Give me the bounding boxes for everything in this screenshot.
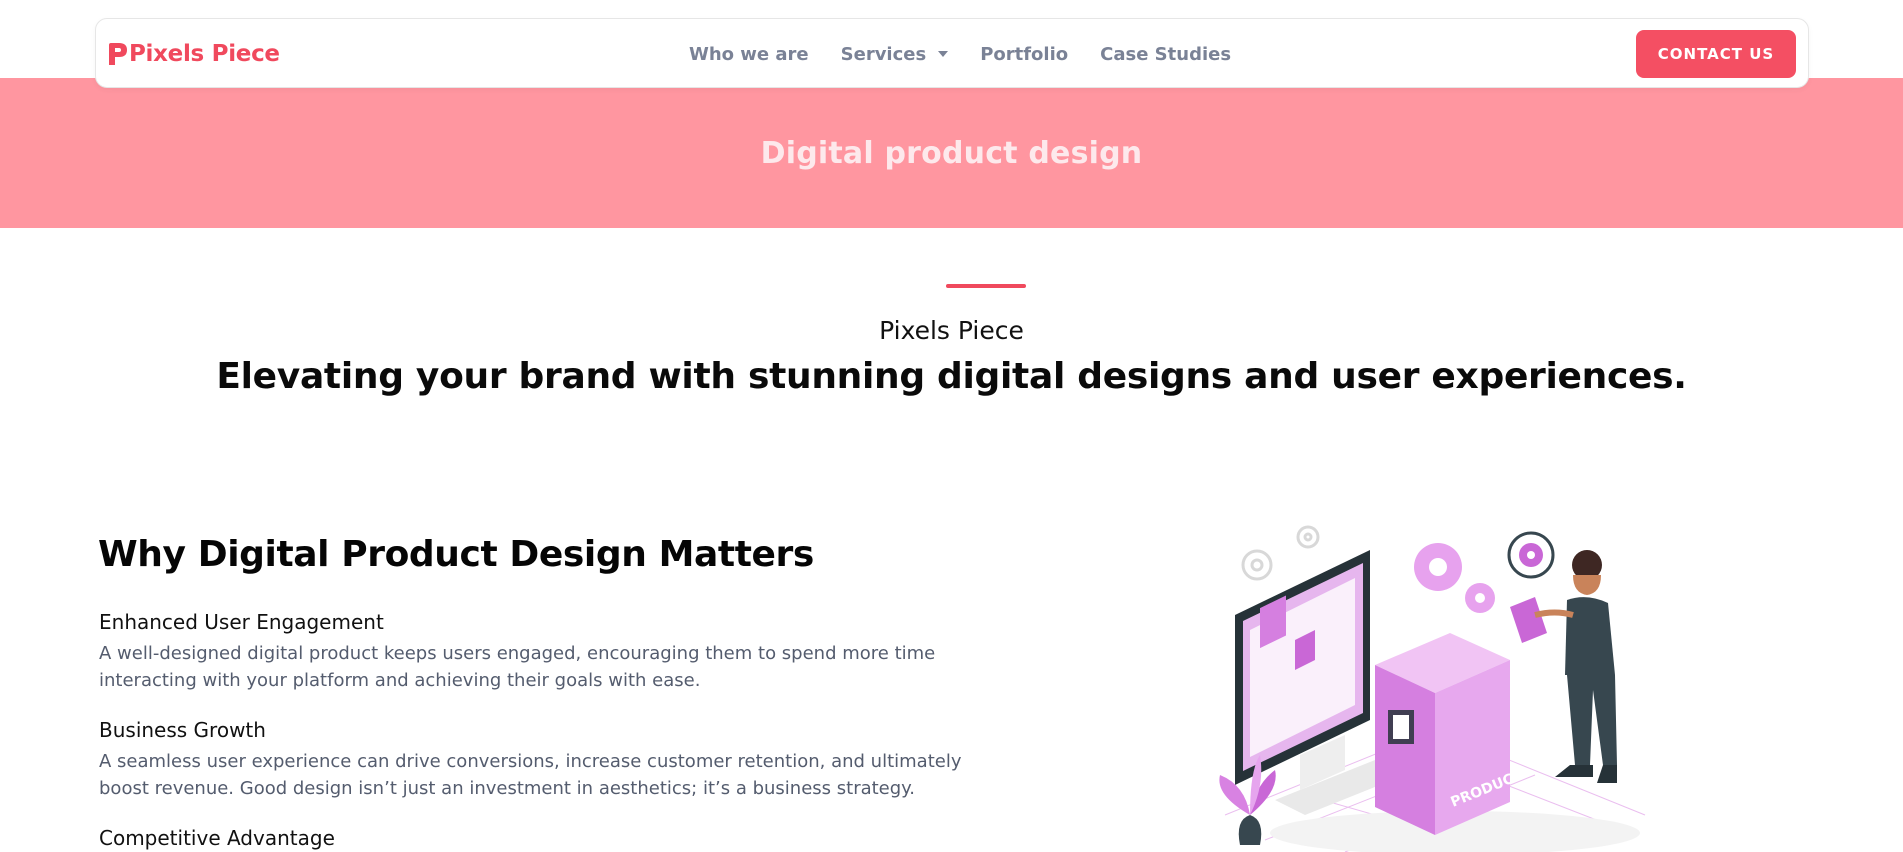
nav-services[interactable]: Services [841,44,949,65]
tablet [1510,597,1547,643]
section-headline: Elevating your brand with stunning digit… [216,356,1687,397]
feature-body: A seamless user experience can drive con… [99,751,962,799]
main-nav: Who we are Services Portfolio Case Studi… [689,19,1231,89]
contact-us-button[interactable]: CONTACT US [1636,30,1796,78]
section-accent-divider [946,284,1026,288]
feature-item: Competitive Advantage [99,826,979,852]
nav-who-we-are[interactable]: Who we are [689,44,809,65]
feature-body: A well-designed digital product keeps us… [99,643,936,691]
feature-heading: Competitive Advantage [99,826,335,850]
feature-heading: Business Growth [99,718,266,742]
why-title: Why Digital Product Design Matters [98,534,814,575]
section-eyebrow: Pixels Piece [879,316,1024,345]
logo-mark-icon [109,43,127,65]
product-design-illustration: PRODUCT [1219,525,1646,852]
gear-icon [1414,543,1495,613]
logo[interactable]: Pixels Piece [108,39,280,69]
feature-heading: Enhanced User Engagement [99,610,384,634]
nav-portfolio[interactable]: Portfolio [980,44,1068,65]
chevron-down-icon [938,51,949,57]
logo-text: Pixels Piece [129,41,280,67]
feature-item: Enhanced User Engagement A well-designed… [99,610,979,694]
hero-title: Digital product design [760,136,1143,171]
gear-icon [1241,525,1320,581]
nav-services-label: Services [840,43,927,65]
nav-case-studies[interactable]: Case Studies [1100,44,1231,65]
navbar: Pixels Piece Who we are Services Portfol… [95,18,1809,88]
feature-item: Business Growth A seamless user experien… [99,718,979,802]
